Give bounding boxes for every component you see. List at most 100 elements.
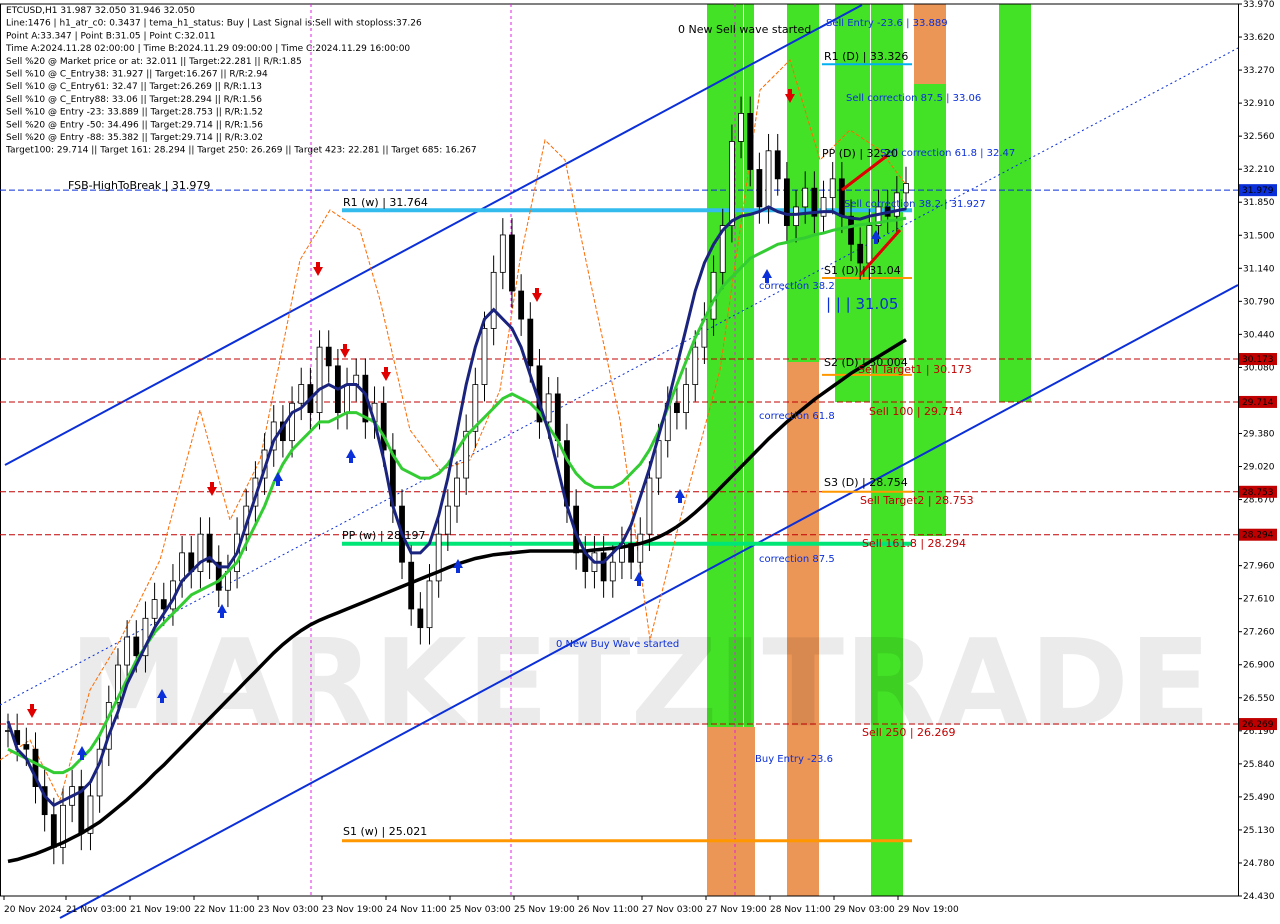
level-label-sell-target1: Sell Target1 | 30.173: [858, 363, 972, 376]
candle-body: [866, 225, 873, 264]
candle-body: [637, 533, 644, 563]
candle-body: [747, 112, 754, 170]
price-badge-label: 30.173: [1242, 355, 1274, 365]
chart-canvas[interactable]: MARKETZITRADESell Entry -23.6 | 33.889R1…: [0, 0, 1280, 920]
level-label-fsb: FSB-HighToBreak | 31.979: [68, 179, 210, 192]
price-badge-label: 29.714: [1242, 398, 1274, 408]
y-tick-label: 24.780: [1243, 859, 1275, 869]
x-tick-label: 27 Nov 03:00: [642, 905, 703, 915]
y-tick-label: 25.490: [1243, 793, 1275, 803]
candle-body: [774, 150, 781, 180]
x-tick-label: 29 Nov 19:00: [898, 905, 959, 915]
buy-arrow-8: [675, 489, 685, 503]
level-label-s1-week: S1 (w) | 25.021: [343, 825, 427, 838]
candle-body: [756, 169, 763, 208]
level-label-r1-day: R1 (D) | 33.326: [824, 50, 908, 63]
buy-entry-label: Buy Entry -23.6: [755, 754, 833, 765]
candle-body: [490, 271, 497, 329]
y-tick-label: 33.970: [1243, 0, 1275, 10]
candle-body: [609, 561, 616, 582]
candle-body: [820, 197, 827, 217]
candle-body: [179, 552, 186, 582]
y-tick-label: 29.020: [1243, 463, 1275, 473]
y-tick-label: 26.900: [1243, 661, 1275, 671]
candle-body: [692, 346, 699, 385]
x-tick-label: 29 Nov 03:00: [834, 905, 895, 915]
candle-body: [857, 243, 864, 264]
y-tick-label: 25.130: [1243, 826, 1275, 836]
candle-body: [674, 402, 680, 413]
candle-body: [444, 505, 451, 535]
candle-body: [160, 599, 167, 610]
info-line-6: Sell %10 @ C_Entry38: 31.927 || Target:1…: [6, 70, 268, 80]
sell-wave-label: 0 New Sell wave started: [678, 23, 811, 36]
x-tick-label: 25 Nov 19:00: [514, 905, 575, 915]
level-label-sell-correction-875: Sell correction 87.5 | 33.06: [846, 93, 981, 104]
y-tick-label: 32.910: [1243, 99, 1275, 109]
y-tick-label: 29.380: [1243, 429, 1275, 439]
sell-zone-orange-top: [914, 4, 946, 84]
y-tick-label: 31.140: [1243, 264, 1275, 274]
level-label-s3-day: S3 (D) | 28.754: [824, 476, 908, 489]
candle-body: [124, 636, 131, 666]
candle-body: [527, 318, 534, 367]
y-tick-label: 27.960: [1243, 562, 1275, 572]
x-tick-label: 25 Nov 03:00: [450, 905, 511, 915]
candle-body: [50, 814, 57, 848]
y-tick-label: 31.500: [1243, 231, 1275, 241]
x-tick-label: 23 Nov 03:00: [258, 905, 319, 915]
buy-wave-label: 0 New Buy Wave started: [556, 639, 679, 650]
candle-body: [545, 393, 552, 423]
info-line-3: Point A:33.347 | Point B:31.05 | Point C…: [6, 31, 215, 41]
y-tick-label: 25.840: [1243, 760, 1275, 770]
price-badge-label: 28.294: [1242, 531, 1274, 541]
sell-arrow-1: [27, 704, 37, 718]
price-badge-label: 28.753: [1242, 488, 1274, 498]
level-label-pp-week: PP (w) | 28.197: [342, 529, 426, 542]
y-tick-label: 33.270: [1243, 66, 1275, 76]
candle-body: [325, 346, 332, 367]
level-label-sell-250: Sell 250 | 26.269: [862, 726, 956, 739]
level-label-sell-entry: Sell Entry -23.6 | 33.889: [826, 18, 948, 29]
pp-day-label: PP (D) | 32.20: [822, 147, 898, 160]
level-label-sell-161: Sell 161.8 | 28.294: [862, 537, 966, 550]
price-badge-label: 26.269: [1242, 720, 1274, 730]
x-tick-label: 21 Nov 03:00: [66, 905, 127, 915]
candle-body: [518, 290, 525, 320]
sell-arrow-5: [381, 367, 391, 381]
candle-body: [765, 150, 772, 208]
y-tick-label: 26.550: [1243, 694, 1275, 704]
candle-body: [426, 580, 433, 629]
candle-body: [554, 393, 561, 442]
sell-zone-green-7: [999, 4, 1031, 402]
candle-body: [298, 384, 305, 404]
y-tick-label: 33.620: [1243, 33, 1275, 43]
trading-chart[interactable]: MARKETZITRADE Sell Entry -23.6 | 33.889 R1…: [0, 0, 1280, 920]
sell-zone-green-5: [871, 4, 903, 896]
y-tick-label: 30.790: [1243, 297, 1275, 307]
candle-body: [793, 206, 799, 226]
candle-body: [509, 234, 515, 292]
candle-body: [289, 402, 295, 442]
info-line-7: Sell %10 @ C_Entry61: 32.47 || Target:26…: [6, 82, 262, 92]
correction-875-label: correction 87.5: [759, 554, 835, 565]
x-tick-label: 20 Nov 2024: [4, 905, 62, 915]
x-tick-label: 27 Nov 19:00: [706, 905, 767, 915]
x-tick-label: 26 Nov 11:00: [578, 905, 639, 915]
correction-618-label: correction 61.8: [759, 411, 835, 422]
candle-body: [783, 178, 790, 226]
sell-arrow-6: [532, 288, 542, 302]
x-tick-label: 23 Nov 19:00: [322, 905, 383, 915]
y-tick-label: 30.440: [1243, 330, 1275, 340]
candle-body: [600, 552, 607, 582]
candle-body: [728, 141, 735, 226]
candle-body: [316, 346, 323, 413]
price-badge-label: 31.979: [1242, 186, 1274, 196]
candle-body: [848, 215, 854, 245]
sell-arrow-2: [207, 482, 217, 496]
info-line-11: Sell %20 @ Entry -88: 35.382 || Target:2…: [6, 133, 263, 143]
candle-body: [408, 561, 415, 610]
y-tick-label: 31.850: [1243, 198, 1275, 208]
info-line-1: ETCUSD,H1 31.987 32.050 31.946 32.050: [6, 6, 195, 16]
candle-body: [133, 636, 140, 657]
